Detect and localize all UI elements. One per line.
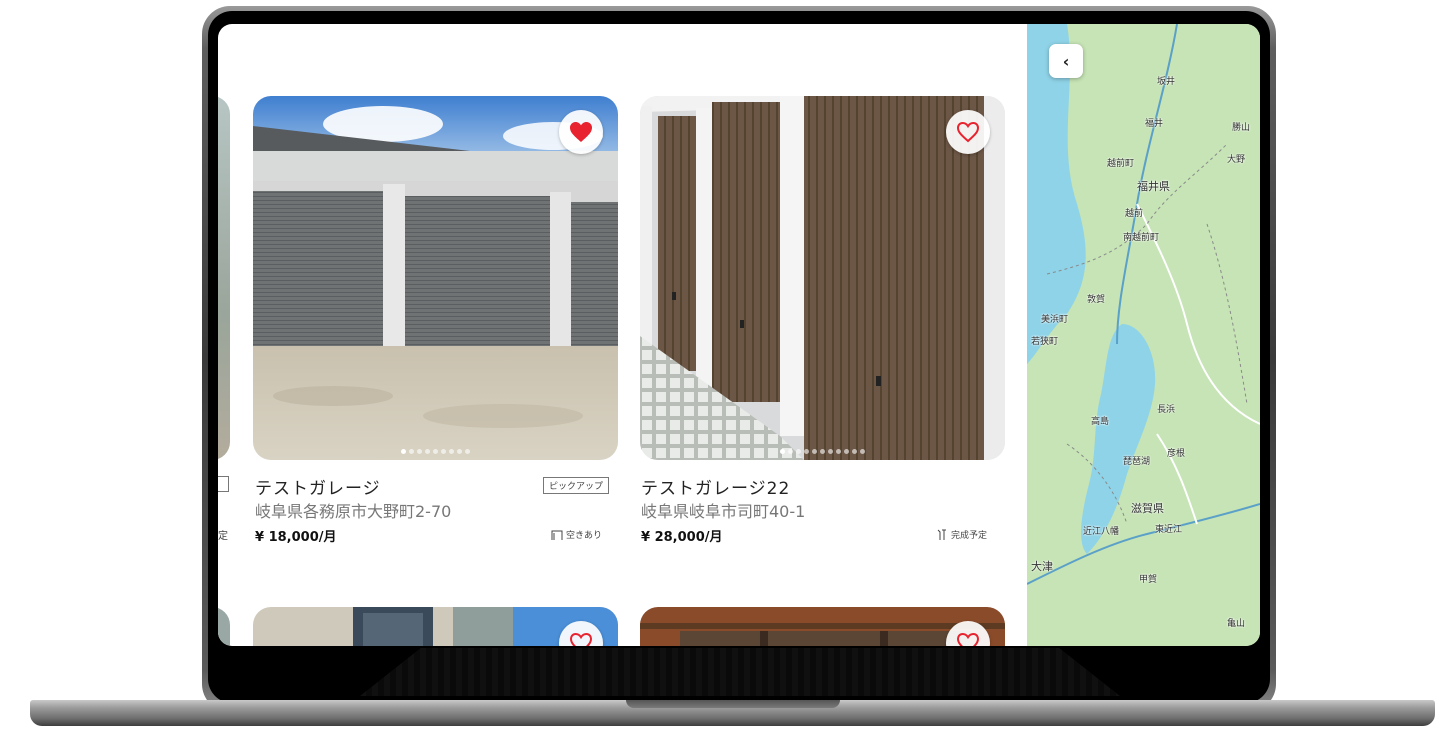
- favorite-button[interactable]: [559, 110, 603, 154]
- listing-title[interactable]: テストガレージ22: [641, 474, 790, 499]
- map-label: 長浜: [1157, 405, 1176, 415]
- map-label: 越前: [1125, 209, 1144, 219]
- partial-listing-photo-row2[interactable]: [218, 607, 230, 646]
- favorite-button[interactable]: [946, 110, 990, 154]
- map-canvas[interactable]: [1027, 24, 1260, 646]
- map-label: 琵琶湖: [1123, 457, 1151, 467]
- availability-status-label: 完成予定: [951, 531, 988, 541]
- partial-listing-photo[interactable]: [218, 96, 230, 460]
- map-back-button[interactable]: ‹: [1049, 44, 1083, 78]
- construction-tools-icon: [937, 529, 946, 540]
- app-screen: 定 テストガレージ ピックアップ 岐阜県各務原市大野町2-70 ¥ 18,000…: [218, 24, 1260, 646]
- pickup-badge: ピックアップ: [543, 477, 610, 494]
- map-label: 福井: [1145, 119, 1164, 129]
- heart-outline-icon: [956, 121, 980, 143]
- map-label: 近江八幡: [1083, 527, 1120, 537]
- listing-photo[interactable]: [640, 96, 1005, 460]
- garage-photo-image: [253, 96, 618, 460]
- laptop-notch: [626, 700, 840, 708]
- map-label: 美浜町: [1041, 315, 1069, 325]
- photo-pagination-dots[interactable]: [253, 449, 618, 454]
- chevron-left-icon: ‹: [1062, 51, 1070, 71]
- availability-status: 完成予定: [936, 528, 987, 541]
- map-label: 大野: [1227, 155, 1246, 165]
- map-label: 越前町: [1107, 159, 1135, 169]
- map-label: 若狭町: [1031, 337, 1059, 347]
- map-label: 彦根: [1167, 449, 1186, 459]
- listing-address: 岐阜県各務原市大野町2-70: [255, 502, 452, 521]
- map-label: 勝山: [1232, 123, 1251, 133]
- garage-photo-image: [640, 96, 1005, 460]
- availability-status-label: 空きあり: [566, 531, 603, 541]
- partial-status-text: 定: [218, 531, 228, 542]
- heart-outline-icon: [569, 632, 593, 646]
- listing-address: 岐阜県岐阜市司町40-1: [641, 502, 806, 521]
- map-label: 大津: [1031, 560, 1053, 573]
- map-panel[interactable]: ‹ 坂井 福井 勝山 大野 越前町 福井県 越前 南越前町 敦賀 美浜町 若狭町…: [1027, 24, 1260, 646]
- partial-badge-edge: [218, 476, 229, 492]
- map-label: 坂井: [1157, 77, 1176, 87]
- heart-filled-icon: [570, 122, 592, 142]
- listing-title[interactable]: テストガレージ: [255, 474, 381, 499]
- garage-door-icon: [551, 530, 563, 540]
- map-label: 滋賀県: [1131, 502, 1164, 515]
- keyboard-reflection: [360, 648, 1120, 696]
- map-label: 甲賀: [1139, 575, 1158, 585]
- listing-price: ¥ 18,000/月: [255, 530, 337, 545]
- map-label: 南越前町: [1123, 233, 1160, 243]
- heart-outline-icon: [956, 632, 980, 646]
- photo-pagination-dots[interactable]: [640, 449, 1005, 454]
- availability-status: 空きあり: [551, 528, 602, 541]
- map-label: 東近江: [1155, 525, 1183, 535]
- map-label: 亀山: [1227, 619, 1246, 629]
- listing-photo[interactable]: [253, 96, 618, 460]
- map-label: 高島: [1091, 417, 1110, 427]
- listing-price: ¥ 28,000/月: [641, 530, 723, 545]
- map-label: 敦賀: [1087, 295, 1106, 305]
- map-label: 福井県: [1137, 180, 1170, 193]
